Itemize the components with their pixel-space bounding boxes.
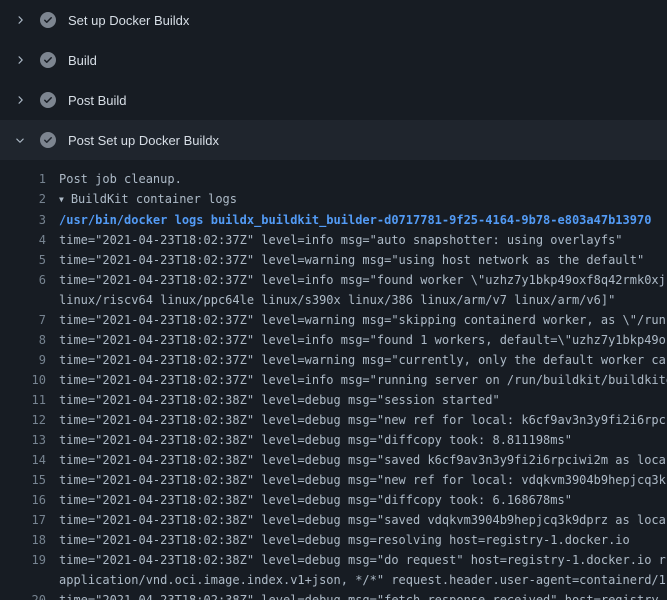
log-text: time="2021-04-23T18:02:38Z" level=debug … <box>59 550 666 570</box>
line-number[interactable]: 13 <box>0 430 59 450</box>
log-line: 4 time="2021-04-23T18:02:37Z" level=info… <box>0 230 667 250</box>
step-header-1[interactable]: Build <box>0 40 667 80</box>
line-number[interactable]: 14 <box>0 450 59 470</box>
log-text: linux/riscv64 linux/ppc64le linux/s390x … <box>59 290 615 310</box>
step-header-2[interactable]: Post Build <box>0 80 667 120</box>
log-line: 15 time="2021-04-23T18:02:38Z" level=deb… <box>0 470 667 490</box>
step-name: Build <box>68 53 97 68</box>
log-line: 6 time="2021-04-23T18:02:37Z" level=info… <box>0 270 667 290</box>
check-circle-icon <box>40 52 56 68</box>
group-title[interactable]: BuildKit container logs <box>71 192 237 206</box>
log-output: 1 Post job cleanup. 2 ▼ BuildKit containe… <box>0 160 667 600</box>
line-number[interactable]: 5 <box>0 250 59 270</box>
line-number[interactable]: 15 <box>0 470 59 490</box>
line-number[interactable]: 12 <box>0 410 59 430</box>
log-line: 9 time="2021-04-23T18:02:37Z" level=warn… <box>0 350 667 370</box>
log-text: time="2021-04-23T18:02:38Z" level=debug … <box>59 590 667 600</box>
chevron-icon[interactable] <box>12 132 28 148</box>
line-number[interactable] <box>0 570 59 590</box>
line-number[interactable]: 20 <box>0 590 59 600</box>
log-text: time="2021-04-23T18:02:38Z" level=debug … <box>59 410 666 430</box>
line-number[interactable]: 10 <box>0 370 59 390</box>
step-name: Post Set up Docker Buildx <box>68 133 219 148</box>
log-line: 8 time="2021-04-23T18:02:37Z" level=info… <box>0 330 667 350</box>
line-number[interactable]: 8 <box>0 330 59 350</box>
log-text: application/vnd.oci.image.index.v1+json,… <box>59 570 667 590</box>
log-line: 2 ▼ BuildKit container logs <box>0 189 667 210</box>
line-number[interactable]: 4 <box>0 230 59 250</box>
step-name: Set up Docker Buildx <box>68 13 189 28</box>
log-line: 19 time="2021-04-23T18:02:38Z" level=deb… <box>0 550 667 570</box>
log-text: time="2021-04-23T18:02:37Z" level=info m… <box>59 370 667 390</box>
log-text: time="2021-04-23T18:02:38Z" level=debug … <box>59 510 666 530</box>
log-text: time="2021-04-23T18:02:38Z" level=debug … <box>59 530 630 550</box>
log-text: Post job cleanup. <box>59 169 182 189</box>
step-list: Set up Docker Buildx Build Post Build Po… <box>0 0 667 160</box>
group-toggle-icon[interactable]: ▼ <box>59 190 64 210</box>
log-text: /usr/bin/docker logs buildx_buildkit_bui… <box>59 210 651 230</box>
log-line: 1 Post job cleanup. <box>0 169 667 189</box>
check-circle-icon <box>40 132 56 148</box>
step-header-3[interactable]: Post Set up Docker Buildx <box>0 120 667 160</box>
line-number[interactable]: 6 <box>0 270 59 290</box>
log-text: time="2021-04-23T18:02:37Z" level=info m… <box>59 270 666 290</box>
line-number[interactable]: 18 <box>0 530 59 550</box>
log-text: time="2021-04-23T18:02:38Z" level=debug … <box>59 430 572 450</box>
line-number[interactable]: 17 <box>0 510 59 530</box>
line-number[interactable]: 7 <box>0 310 59 330</box>
line-number[interactable]: 19 <box>0 550 59 570</box>
log-text: time="2021-04-23T18:02:37Z" level=warnin… <box>59 350 666 370</box>
line-number[interactable]: 16 <box>0 490 59 510</box>
log-line: 20 time="2021-04-23T18:02:38Z" level=deb… <box>0 590 667 600</box>
step-name: Post Build <box>68 93 127 108</box>
log-line: 16 time="2021-04-23T18:02:38Z" level=deb… <box>0 490 667 510</box>
log-line: 10 time="2021-04-23T18:02:37Z" level=inf… <box>0 370 667 390</box>
log-line: 11 time="2021-04-23T18:02:38Z" level=deb… <box>0 390 667 410</box>
line-number[interactable]: 1 <box>0 169 59 189</box>
log-text: time="2021-04-23T18:02:38Z" level=debug … <box>59 390 500 410</box>
check-circle-icon <box>40 92 56 108</box>
log-line: 5 time="2021-04-23T18:02:37Z" level=warn… <box>0 250 667 270</box>
check-circle-icon <box>40 12 56 28</box>
line-number[interactable]: 11 <box>0 390 59 410</box>
chevron-icon[interactable] <box>12 92 28 108</box>
log-text: time="2021-04-23T18:02:38Z" level=debug … <box>59 490 572 510</box>
line-number[interactable]: 3 <box>0 210 59 230</box>
log-line: 3 /usr/bin/docker logs buildx_buildkit_b… <box>0 210 667 230</box>
log-text: ▼ BuildKit container logs <box>59 189 237 210</box>
log-line: 18 time="2021-04-23T18:02:38Z" level=deb… <box>0 530 667 550</box>
line-number[interactable]: 9 <box>0 350 59 370</box>
log-line: 14 time="2021-04-23T18:02:38Z" level=deb… <box>0 450 667 470</box>
log-text: time="2021-04-23T18:02:38Z" level=debug … <box>59 450 666 470</box>
log-line: application/vnd.oci.image.index.v1+json,… <box>0 570 667 590</box>
log-line: 17 time="2021-04-23T18:02:38Z" level=deb… <box>0 510 667 530</box>
step-header-0[interactable]: Set up Docker Buildx <box>0 0 667 40</box>
log-text: time="2021-04-23T18:02:38Z" level=debug … <box>59 470 666 490</box>
chevron-icon[interactable] <box>12 52 28 68</box>
log-line: 13 time="2021-04-23T18:02:38Z" level=deb… <box>0 430 667 450</box>
actions-log-viewer: Set up Docker Buildx Build Post Build Po… <box>0 0 667 600</box>
log-text: time="2021-04-23T18:02:37Z" level=warnin… <box>59 250 644 270</box>
log-text: time="2021-04-23T18:02:37Z" level=info m… <box>59 330 666 350</box>
log-text: time="2021-04-23T18:02:37Z" level=warnin… <box>59 310 666 330</box>
log-line: 7 time="2021-04-23T18:02:37Z" level=warn… <box>0 310 667 330</box>
log-line: linux/riscv64 linux/ppc64le linux/s390x … <box>0 290 667 310</box>
line-number[interactable] <box>0 290 59 310</box>
log-text: time="2021-04-23T18:02:37Z" level=info m… <box>59 230 623 250</box>
log-line: 12 time="2021-04-23T18:02:38Z" level=deb… <box>0 410 667 430</box>
chevron-icon[interactable] <box>12 12 28 28</box>
line-number[interactable]: 2 <box>0 189 59 210</box>
